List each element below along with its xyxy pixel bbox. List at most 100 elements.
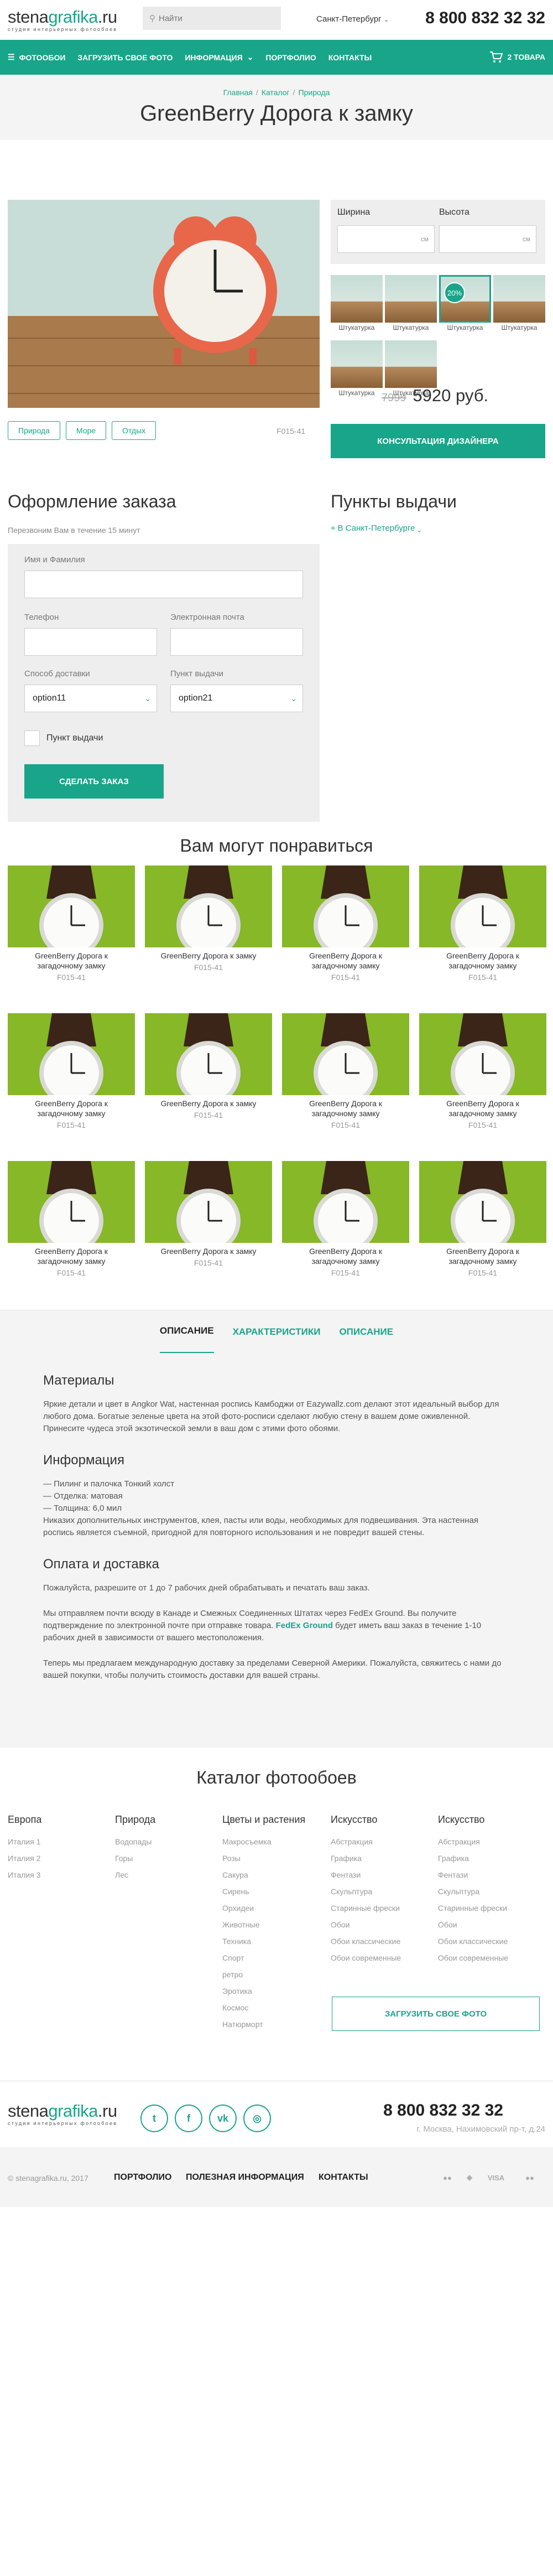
nav-item-wallpapers[interactable]: ☰ ФОТООБОИ bbox=[8, 53, 65, 62]
product-card[interactable]: GreenBerry Дорога к загадочному замку F01… bbox=[8, 865, 135, 1004]
pickup-checkbox[interactable] bbox=[24, 730, 40, 746]
product-card-image[interactable] bbox=[419, 1161, 546, 1243]
product-card[interactable]: GreenBerry Дорога к загадочному замку F01… bbox=[8, 1161, 135, 1299]
product-card-image[interactable] bbox=[419, 1013, 546, 1095]
catalog-link[interactable]: Италия 1 bbox=[8, 1833, 107, 1850]
texture-thumb-selected[interactable]: 20% Штукатурка bbox=[439, 275, 491, 333]
catalog-link[interactable]: Италия 2 bbox=[8, 1850, 107, 1867]
texture-thumb[interactable]: Штукатурка bbox=[493, 275, 545, 333]
product-card-image[interactable] bbox=[8, 1013, 135, 1095]
product-card-image[interactable] bbox=[8, 1161, 135, 1243]
footer-link-contacts[interactable]: КОНТАКТЫ bbox=[319, 2173, 368, 2183]
nav-item-portfolio[interactable]: ПОРТФОЛИО bbox=[265, 53, 316, 62]
catalog-link[interactable]: Италия 3 bbox=[8, 1867, 107, 1883]
nav-item-info[interactable]: ИНФОРМАЦИЯ ⌄ bbox=[185, 53, 253, 62]
catalog-link[interactable]: Графика bbox=[438, 1850, 538, 1867]
catalog-link[interactable]: Лес bbox=[115, 1867, 215, 1883]
product-card-image[interactable] bbox=[419, 865, 546, 947]
product-card[interactable]: GreenBerry Дорога к загадочному замку F01… bbox=[419, 1161, 546, 1299]
catalog-link[interactable]: Водопады bbox=[115, 1833, 215, 1850]
footer-phone[interactable]: 8 800 832 32 32 bbox=[383, 2101, 503, 2120]
twitter-icon[interactable]: t bbox=[140, 2105, 168, 2132]
catalog-link[interactable]: Фентази bbox=[438, 1867, 538, 1883]
height-field[interactable]: см bbox=[439, 225, 536, 253]
catalog-link[interactable]: Графика bbox=[331, 1850, 430, 1867]
delivery-select[interactable]: option11 ⌄ bbox=[24, 685, 157, 712]
product-card-image[interactable] bbox=[145, 1013, 272, 1095]
catalog-link[interactable]: Сирень bbox=[222, 1883, 322, 1900]
catalog-link[interactable]: Макросъемка bbox=[222, 1833, 322, 1850]
email-field[interactable] bbox=[170, 628, 303, 656]
product-card-image[interactable] bbox=[145, 1161, 272, 1243]
product-card[interactable]: GreenBerry Дорога к загадочному замку F01… bbox=[282, 1013, 409, 1152]
breadcrumb-nature[interactable]: Природа bbox=[299, 88, 330, 97]
catalog-link[interactable]: Натюрморт bbox=[222, 2016, 322, 2033]
search-box[interactable]: ⚲ bbox=[143, 7, 281, 30]
tag-nature[interactable]: Природа bbox=[8, 421, 60, 440]
consult-button[interactable]: КОНСУЛЬТАЦИЯ ДИЗАЙНЕРА bbox=[331, 424, 545, 458]
texture-thumb[interactable]: Штукатурка bbox=[331, 340, 383, 398]
product-image[interactable] bbox=[8, 200, 320, 408]
name-field[interactable] bbox=[24, 571, 303, 598]
product-card[interactable]: GreenBerry Дорога к замку F015-41 bbox=[145, 1161, 272, 1299]
tab-description-2[interactable]: ОПИСАНИЕ bbox=[339, 1310, 393, 1354]
pickup-city-selector[interactable]: ⌖ В Санкт-Петербурге ⌄ bbox=[331, 524, 421, 533]
catalog-link[interactable]: Орхидеи bbox=[222, 1900, 322, 1916]
product-card-image[interactable] bbox=[145, 865, 272, 947]
product-card-image[interactable] bbox=[282, 1161, 409, 1243]
product-card[interactable]: GreenBerry Дорога к замку F015-41 bbox=[145, 1013, 272, 1152]
product-card[interactable]: GreenBerry Дорога к загадочному замку F01… bbox=[419, 865, 546, 1004]
fedex-link[interactable]: FedEx Ground bbox=[276, 1621, 333, 1630]
catalog-link[interactable]: Обои классические bbox=[438, 1933, 538, 1950]
catalog-column-heading[interactable]: Цветы и растения bbox=[222, 1814, 322, 1826]
catalog-link[interactable]: Обои современные bbox=[331, 1950, 430, 1966]
product-card-image[interactable] bbox=[8, 865, 135, 947]
catalog-link[interactable]: Абстракция bbox=[331, 1833, 430, 1850]
catalog-link[interactable]: Космос bbox=[222, 1999, 322, 2016]
catalog-link[interactable]: Обои bbox=[438, 1916, 538, 1933]
catalog-link[interactable]: Техника bbox=[222, 1933, 322, 1950]
site-logo[interactable]: stenagrafika.ru студия интерьерных фотоо… bbox=[8, 8, 117, 32]
catalog-link[interactable]: Обои классические bbox=[331, 1933, 430, 1950]
catalog-link[interactable]: Обои современные bbox=[438, 1950, 538, 1966]
product-card[interactable]: GreenBerry Дорога к загадочному замку F01… bbox=[282, 865, 409, 1004]
catalog-link[interactable]: Спорт bbox=[222, 1950, 322, 1966]
catalog-link[interactable]: Скульптура bbox=[438, 1883, 538, 1900]
catalog-link[interactable]: Обои bbox=[331, 1916, 430, 1933]
tab-description[interactable]: ОПИСАНИЕ bbox=[159, 1310, 214, 1354]
catalog-link[interactable]: Скульптура bbox=[331, 1883, 430, 1900]
product-card[interactable]: GreenBerry Дорога к загадочному замку F01… bbox=[8, 1013, 135, 1152]
catalog-link[interactable]: Животные bbox=[222, 1916, 322, 1933]
catalog-link[interactable]: Розы bbox=[222, 1850, 322, 1867]
city-selector[interactable]: Санкт-Петербург ⌄ bbox=[316, 14, 389, 24]
product-card[interactable]: GreenBerry Дорога к замку F015-41 bbox=[145, 865, 272, 1004]
footer-logo[interactable]: stenagrafika.ru студия интерьерных фотоо… bbox=[8, 2102, 117, 2126]
vk-icon[interactable]: vk bbox=[209, 2105, 237, 2132]
catalog-link[interactable]: Фентази bbox=[331, 1867, 430, 1883]
catalog-column-heading[interactable]: Искусство bbox=[331, 1814, 430, 1826]
breadcrumb-catalog[interactable]: Каталог bbox=[262, 88, 290, 97]
pickup-select[interactable]: option21 ⌄ bbox=[170, 685, 303, 712]
product-card-image[interactable] bbox=[282, 865, 409, 947]
catalog-link[interactable]: Эротика bbox=[222, 1983, 322, 1999]
texture-thumb[interactable]: Штукатурка bbox=[385, 275, 437, 333]
nav-item-contacts[interactable]: КОНТАКТЫ bbox=[328, 53, 372, 62]
instagram-icon[interactable]: ◎ bbox=[243, 2105, 271, 2132]
width-field[interactable]: см bbox=[337, 225, 435, 253]
footer-link-portfolio[interactable]: ПОРТФОЛИО bbox=[114, 2173, 171, 2183]
tag-rest[interactable]: Отдых bbox=[112, 421, 156, 440]
product-card-image[interactable] bbox=[282, 1013, 409, 1095]
breadcrumb-home[interactable]: Главная bbox=[223, 88, 253, 97]
tag-sea[interactable]: Море bbox=[65, 421, 107, 440]
catalog-link[interactable]: ретро bbox=[222, 1966, 322, 1983]
phone-field[interactable] bbox=[24, 628, 157, 656]
catalog-link[interactable]: Сакура bbox=[222, 1867, 322, 1883]
facebook-icon[interactable]: f bbox=[175, 2105, 202, 2132]
upload-photo-button[interactable]: ЗАГРУЗИТЬ СВОЕ ФОТО bbox=[332, 1997, 540, 2031]
catalog-column-heading[interactable]: Европа bbox=[8, 1814, 107, 1826]
tab-characteristics[interactable]: ХАРАКТЕРИСТИКИ bbox=[233, 1310, 321, 1354]
submit-order-button[interactable]: СДЕЛАТЬ ЗАКАЗ bbox=[24, 764, 164, 799]
texture-thumb[interactable]: Штукатурка bbox=[331, 275, 383, 333]
catalog-link[interactable]: Старинные фрески bbox=[438, 1900, 538, 1916]
catalog-link[interactable]: Старинные фрески bbox=[331, 1900, 430, 1916]
